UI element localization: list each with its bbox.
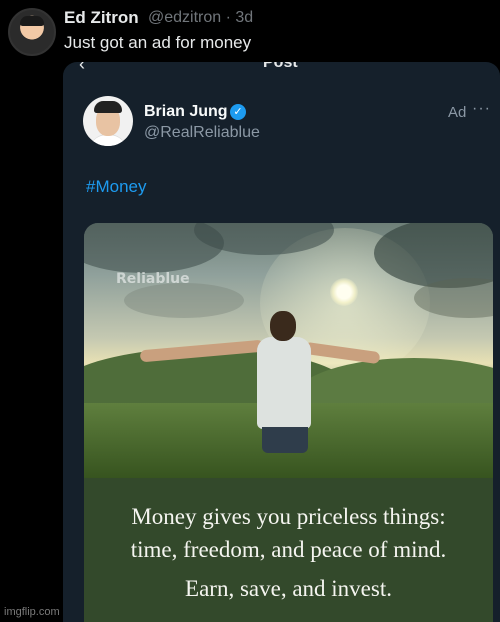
caption-line-2: time, freedom, and peace of mind. xyxy=(130,537,447,562)
outer-author-name[interactable]: Ed Zitron xyxy=(64,8,139,28)
outer-author-handle[interactable]: @edzitron · 3d xyxy=(148,9,253,27)
outer-post-text: Just got an ad for money xyxy=(64,33,252,52)
back-arrow-icon: ‹ xyxy=(79,62,85,74)
caption-text-block: Money gives you priceless things: time, … xyxy=(84,500,493,566)
imgflip-watermark: imgflip.com xyxy=(4,606,60,618)
caption-line-1: Money gives you priceless things: xyxy=(131,504,446,529)
post-header-title: Post xyxy=(263,62,298,71)
embedded-post-screenshot[interactable]: ‹ Post Brian Jung ✓ @RealReliablue Ad ··… xyxy=(63,62,500,622)
ad-author-name: Brian Jung xyxy=(144,103,228,120)
brian-jung-avatar xyxy=(83,96,133,146)
sun xyxy=(330,278,358,306)
ad-author-handle: @RealReliablue xyxy=(144,124,260,141)
ed-zitron-avatar[interactable] xyxy=(8,8,56,56)
verified-badge-icon: ✓ xyxy=(230,104,246,120)
image-watermark: Reliablue xyxy=(116,271,190,287)
more-options-icon: ··· xyxy=(472,100,491,117)
person-arms-outstretched xyxy=(139,311,381,481)
hashtag-link: #Money xyxy=(86,177,147,196)
caption-box: Money gives you priceless things: time, … xyxy=(84,478,493,622)
ad-label: Ad xyxy=(448,104,467,121)
landscape-scene: Reliablue xyxy=(84,223,493,478)
ad-image: Reliablue Money gives you priceless thin… xyxy=(84,223,493,622)
caption-line-3: Earn, save, and invest. xyxy=(185,576,392,601)
